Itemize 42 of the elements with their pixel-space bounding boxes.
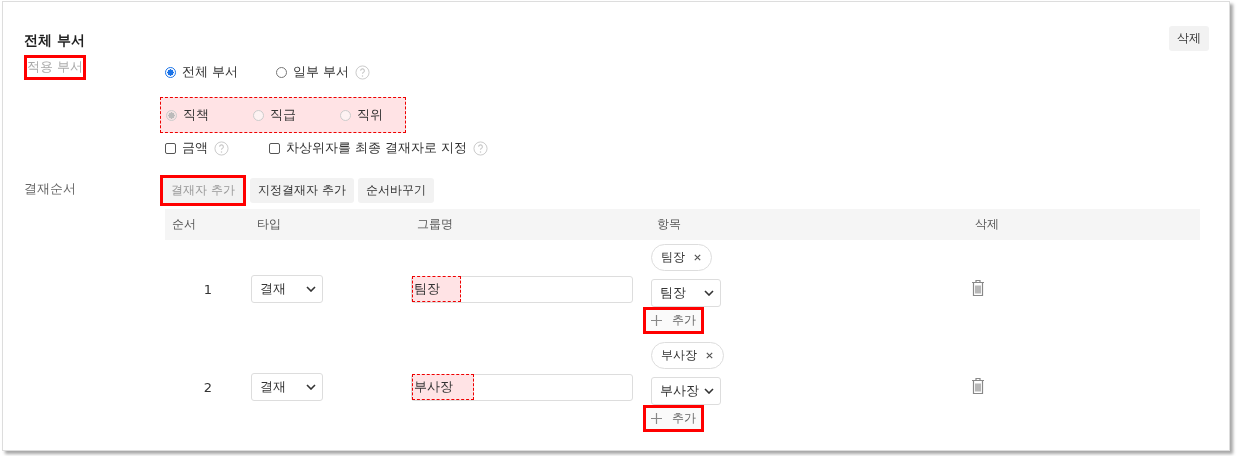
- chevron-icon: [306, 286, 316, 292]
- radio-button[interactable]: [165, 66, 176, 78]
- chevron-icon: [704, 388, 714, 394]
- add-button[interactable]: 추가: [646, 310, 701, 331]
- section-title: 전체 부서: [24, 31, 85, 50]
- type-select[interactable]: 결재: [251, 275, 323, 303]
- add-button[interactable]: 추가: [646, 408, 701, 429]
- toolbar-button[interactable]: 순서바꾸기: [357, 178, 434, 203]
- item-select[interactable]: 부사장: [651, 377, 721, 405]
- type-select[interactable]: 결재: [251, 373, 323, 401]
- trash-icon[interactable]: [971, 278, 985, 297]
- close-icon[interactable]: [693, 253, 702, 262]
- table-cell-text: 2: [202, 379, 214, 395]
- toolbar-button[interactable]: 지정결재자 추가: [249, 178, 354, 203]
- tag-label: 팀장: [661, 249, 685, 266]
- chevron-icon: [704, 290, 714, 296]
- trash-icon[interactable]: [971, 376, 985, 395]
- chevron-icon: [306, 384, 316, 390]
- checkbox[interactable]: [269, 142, 280, 154]
- radio-label[interactable]: 일부 부서: [293, 63, 350, 81]
- close-icon[interactable]: [705, 351, 714, 360]
- tag-label: 부사장: [661, 347, 697, 364]
- column-header: 항목: [657, 216, 682, 233]
- plus-icon: [651, 413, 662, 424]
- field-label: 결재순서: [24, 181, 76, 198]
- column-header: 타입: [257, 216, 282, 233]
- checkbox-label[interactable]: 차상위자를 최종 결재자로 지정: [286, 139, 468, 157]
- plus-icon: [651, 315, 662, 326]
- field-label: 적용 부서: [27, 58, 83, 76]
- column-header: 그룹명: [417, 216, 454, 233]
- column-header: 삭제: [975, 216, 1000, 233]
- field-value: 부사장: [412, 374, 474, 400]
- field-value: 팀장: [412, 276, 461, 302]
- table-cell-text: 1: [202, 281, 214, 297]
- column-header: 순서: [172, 216, 197, 233]
- group-name-field[interactable]: 부사장: [411, 373, 633, 401]
- radio-label[interactable]: 전체 부서: [182, 63, 239, 81]
- checkbox[interactable]: [165, 142, 176, 154]
- group-name-field[interactable]: 팀장: [411, 275, 633, 303]
- item-select[interactable]: 팀장: [651, 279, 721, 307]
- checkbox-label[interactable]: 금액: [182, 139, 208, 157]
- delete-button[interactable]: 삭제: [1169, 26, 1209, 51]
